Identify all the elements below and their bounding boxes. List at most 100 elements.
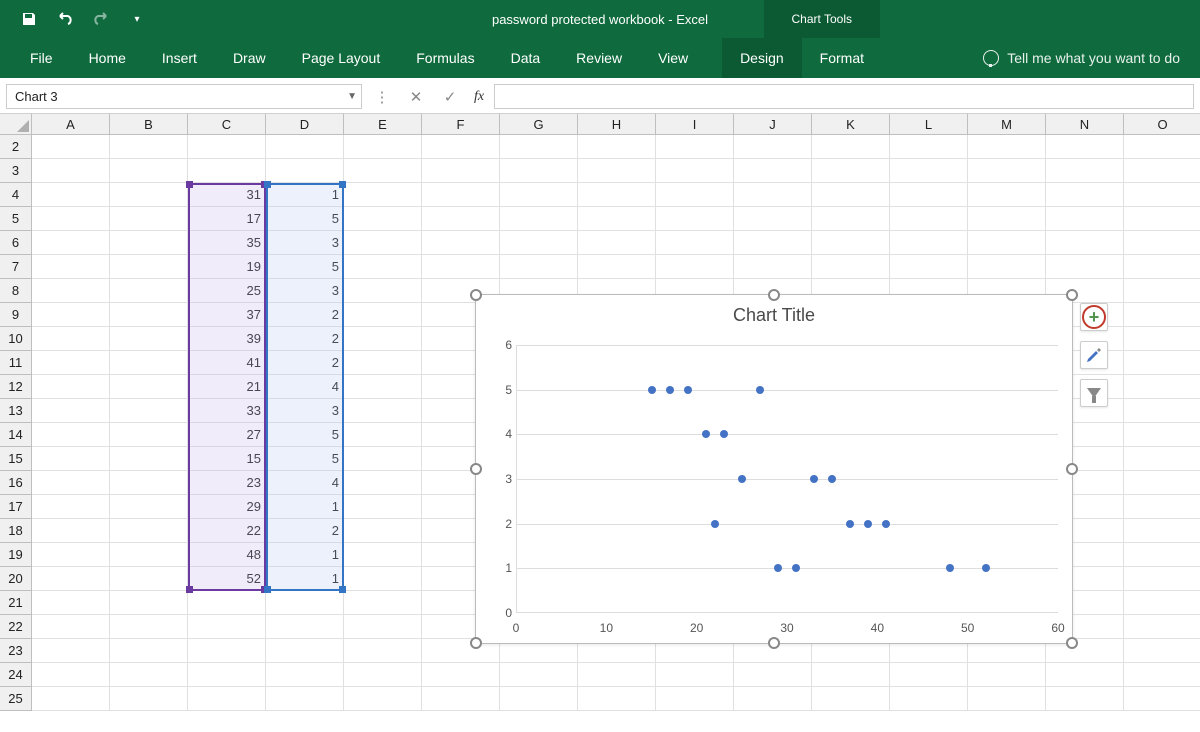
cell-E14[interactable] [344, 423, 422, 447]
row-header-14[interactable]: 14 [0, 423, 32, 447]
cell-I6[interactable] [656, 231, 734, 255]
chart-data-point[interactable] [864, 520, 872, 528]
cell-A21[interactable] [32, 591, 110, 615]
cell-M5[interactable] [968, 207, 1046, 231]
chart-elements-button[interactable]: + [1080, 303, 1108, 331]
cell-O11[interactable] [1124, 351, 1200, 375]
cell-O7[interactable] [1124, 255, 1200, 279]
cell-C17[interactable]: 29 [188, 495, 266, 519]
chart-title[interactable]: Chart Title [476, 295, 1072, 335]
cell-E18[interactable] [344, 519, 422, 543]
cell-C24[interactable] [188, 663, 266, 687]
ribbon-tab-insert[interactable]: Insert [144, 38, 215, 78]
cell-L2[interactable] [890, 135, 968, 159]
cell-I5[interactable] [656, 207, 734, 231]
cell-D12[interactable]: 4 [266, 375, 344, 399]
cell-O8[interactable] [1124, 279, 1200, 303]
chart-data-point[interactable] [774, 564, 782, 572]
column-header-M[interactable]: M [968, 114, 1046, 134]
cell-K3[interactable] [812, 159, 890, 183]
cell-A9[interactable] [32, 303, 110, 327]
cell-C6[interactable]: 35 [188, 231, 266, 255]
cell-N4[interactable] [1046, 183, 1124, 207]
cell-K7[interactable] [812, 255, 890, 279]
chart-data-point[interactable] [720, 430, 728, 438]
cell-B21[interactable] [110, 591, 188, 615]
cell-K4[interactable] [812, 183, 890, 207]
customize-qat-icon[interactable]: ▾ [128, 10, 146, 28]
cell-B10[interactable] [110, 327, 188, 351]
cell-C10[interactable]: 39 [188, 327, 266, 351]
cell-M24[interactable] [968, 663, 1046, 687]
cell-E15[interactable] [344, 447, 422, 471]
cell-B4[interactable] [110, 183, 188, 207]
cell-E5[interactable] [344, 207, 422, 231]
cell-D15[interactable]: 5 [266, 447, 344, 471]
chart-resize-handle[interactable] [470, 289, 482, 301]
ribbon-tab-format[interactable]: Format [802, 38, 882, 78]
cell-C5[interactable]: 17 [188, 207, 266, 231]
row-header-8[interactable]: 8 [0, 279, 32, 303]
cell-F7[interactable] [422, 255, 500, 279]
cell-D4[interactable]: 1 [266, 183, 344, 207]
cell-B5[interactable] [110, 207, 188, 231]
row-header-5[interactable]: 5 [0, 207, 32, 231]
row-header-20[interactable]: 20 [0, 567, 32, 591]
cell-F4[interactable] [422, 183, 500, 207]
cell-D25[interactable] [266, 687, 344, 711]
chart-resize-handle[interactable] [768, 637, 780, 649]
cell-B11[interactable] [110, 351, 188, 375]
cell-E12[interactable] [344, 375, 422, 399]
cell-C19[interactable]: 48 [188, 543, 266, 567]
chart-resize-handle[interactable] [1066, 637, 1078, 649]
cell-N24[interactable] [1046, 663, 1124, 687]
ribbon-tab-view[interactable]: View [640, 38, 706, 78]
row-header-23[interactable]: 23 [0, 639, 32, 663]
cell-B9[interactable] [110, 303, 188, 327]
column-header-A[interactable]: A [32, 114, 110, 134]
cell-A12[interactable] [32, 375, 110, 399]
cell-H24[interactable] [578, 663, 656, 687]
cell-A5[interactable] [32, 207, 110, 231]
cell-C18[interactable]: 22 [188, 519, 266, 543]
cell-E6[interactable] [344, 231, 422, 255]
cell-L5[interactable] [890, 207, 968, 231]
cell-L3[interactable] [890, 159, 968, 183]
cell-E23[interactable] [344, 639, 422, 663]
cell-A25[interactable] [32, 687, 110, 711]
cell-O4[interactable] [1124, 183, 1200, 207]
column-header-G[interactable]: G [500, 114, 578, 134]
cell-O16[interactable] [1124, 471, 1200, 495]
cell-C2[interactable] [188, 135, 266, 159]
cell-H25[interactable] [578, 687, 656, 711]
cell-I3[interactable] [656, 159, 734, 183]
formula-input[interactable] [494, 84, 1194, 109]
cell-E8[interactable] [344, 279, 422, 303]
ribbon-tab-data[interactable]: Data [493, 38, 559, 78]
cell-D17[interactable]: 1 [266, 495, 344, 519]
cell-E7[interactable] [344, 255, 422, 279]
cell-D2[interactable] [266, 135, 344, 159]
chart-resize-handle[interactable] [470, 637, 482, 649]
undo-icon[interactable] [56, 10, 74, 28]
cell-A22[interactable] [32, 615, 110, 639]
cell-B17[interactable] [110, 495, 188, 519]
cell-B8[interactable] [110, 279, 188, 303]
cell-M3[interactable] [968, 159, 1046, 183]
column-header-N[interactable]: N [1046, 114, 1124, 134]
cell-B13[interactable] [110, 399, 188, 423]
cell-M25[interactable] [968, 687, 1046, 711]
cell-I25[interactable] [656, 687, 734, 711]
cell-B15[interactable] [110, 447, 188, 471]
cell-D23[interactable] [266, 639, 344, 663]
cell-F6[interactable] [422, 231, 500, 255]
cell-E17[interactable] [344, 495, 422, 519]
row-header-3[interactable]: 3 [0, 159, 32, 183]
cell-O13[interactable] [1124, 399, 1200, 423]
cell-G3[interactable] [500, 159, 578, 183]
cell-O2[interactable] [1124, 135, 1200, 159]
cell-A4[interactable] [32, 183, 110, 207]
row-header-17[interactable]: 17 [0, 495, 32, 519]
row-header-22[interactable]: 22 [0, 615, 32, 639]
cell-B18[interactable] [110, 519, 188, 543]
